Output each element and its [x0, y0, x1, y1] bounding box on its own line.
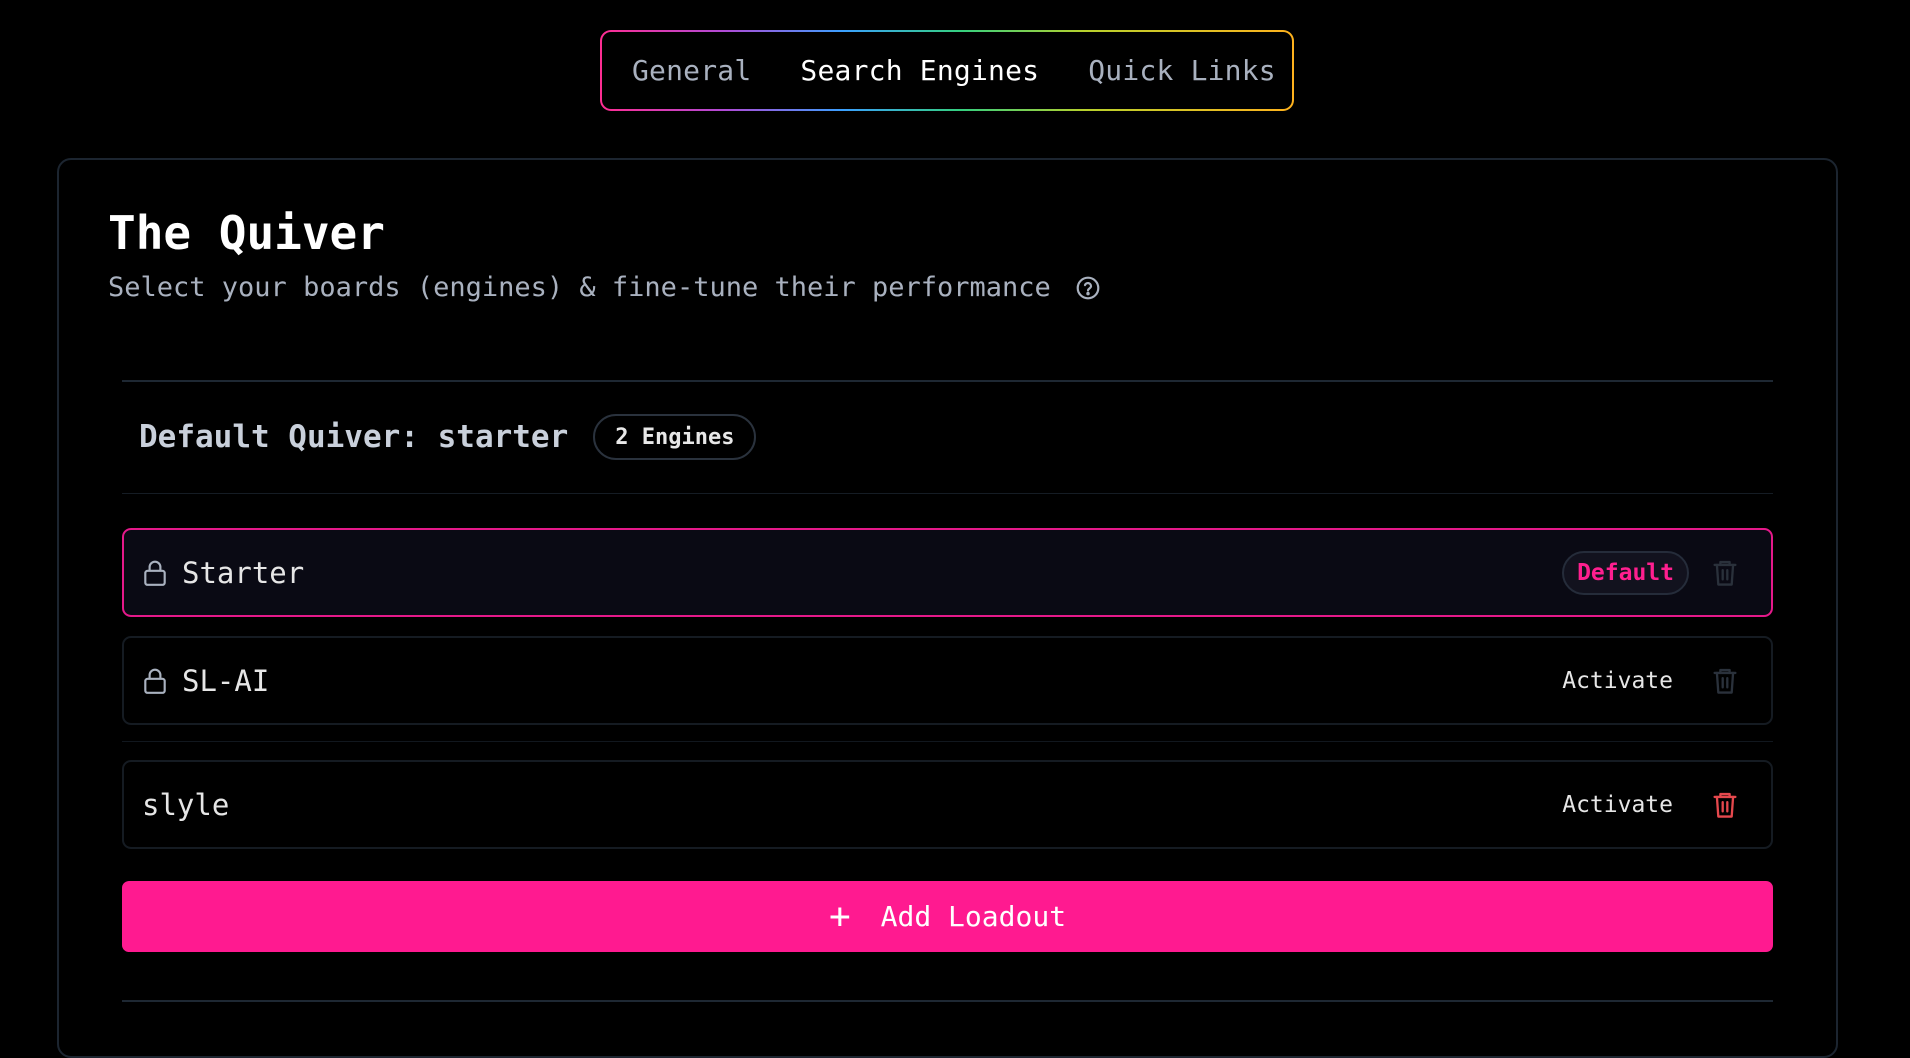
default-badge: Default: [1562, 550, 1689, 595]
engine-actions: Default: [1562, 550, 1753, 595]
divider: [122, 380, 1773, 382]
activate-button[interactable]: Activate: [1562, 792, 1689, 818]
engine-name: Starter: [182, 555, 305, 590]
engine-actions: Activate: [1562, 666, 1753, 696]
divider: [122, 1000, 1773, 1002]
page-subtitle: Select your boards (engines) & fine-tune…: [108, 272, 1051, 303]
trash-icon[interactable]: [1711, 790, 1739, 820]
engine-row-starter[interactable]: Starter Default: [122, 528, 1773, 617]
engine-name: SL-AI: [182, 663, 270, 698]
divider: [122, 741, 1773, 742]
tab-search-engines[interactable]: Search Engines: [800, 54, 1039, 87]
plus-icon: +: [828, 895, 851, 937]
engine-row-sl-ai[interactable]: SL-AI Activate: [122, 636, 1773, 725]
tab-general[interactable]: General: [632, 54, 751, 87]
activate-button[interactable]: Activate: [1562, 668, 1689, 694]
quiver-title: Default Quiver: starter: [139, 419, 569, 455]
engine-actions: Activate: [1562, 790, 1753, 820]
settings-tabs: General Search Engines Quick Links: [602, 32, 1292, 109]
lock-icon: [142, 667, 168, 695]
lock-icon: [142, 559, 168, 587]
page-title: The Quiver: [108, 206, 385, 260]
trash-icon: [1711, 558, 1739, 588]
engine-name: slyle: [142, 787, 230, 822]
tab-quick-links[interactable]: Quick Links: [1088, 54, 1276, 87]
add-loadout-button[interactable]: + Add Loadout: [122, 881, 1773, 952]
engine-count-badge: 2 Engines: [593, 414, 757, 460]
settings-tab-bar: General Search Engines Quick Links: [600, 30, 1294, 111]
divider: [122, 493, 1773, 494]
question-circle-icon[interactable]: [1075, 275, 1101, 301]
subtitle-row: Select your boards (engines) & fine-tune…: [108, 272, 1101, 303]
add-loadout-label: Add Loadout: [880, 900, 1067, 933]
quiver-header: Default Quiver: starter 2 Engines: [139, 414, 757, 460]
engine-row-slyle[interactable]: slyle Activate: [122, 760, 1773, 849]
quiver-card: The Quiver Select your boards (engines) …: [57, 158, 1838, 1058]
trash-icon: [1711, 666, 1739, 696]
